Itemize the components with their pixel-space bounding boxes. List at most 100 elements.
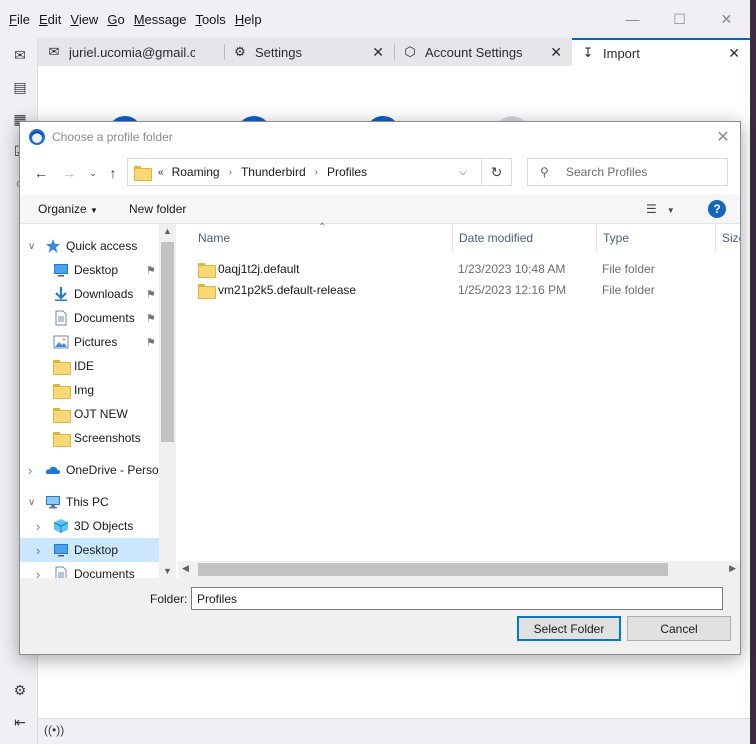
nav-item-desktop[interactable]: Desktop ⚑: [20, 258, 159, 282]
breadcrumb-item[interactable]: Roaming: [172, 165, 220, 179]
nav-item-this-pc[interactable]: ∨ This PC: [20, 490, 159, 514]
pin-icon: ⚑: [146, 288, 156, 301]
tab-import[interactable]: ↧ Import ✕: [572, 38, 750, 66]
scroll-right-arrow-icon[interactable]: ▶: [729, 563, 736, 574]
desktop-icon: [53, 262, 69, 278]
close-tab-icon[interactable]: ✕: [728, 45, 740, 62]
column-divider[interactable]: [715, 224, 716, 252]
column-header-size[interactable]: Size: [722, 224, 740, 252]
menu-go[interactable]: Go: [107, 12, 124, 27]
folder-icon: [198, 262, 216, 278]
expand-chevron-icon[interactable]: ›: [36, 567, 40, 579]
address-bar[interactable]: « Roaming › Thunderbird › Profiles: [127, 158, 482, 186]
close-tab-icon[interactable]: ✕: [372, 44, 384, 61]
file-row[interactable]: vm21p2k5.default-release 1/25/2023 12:16 …: [178, 279, 740, 300]
breadcrumb-separator-icon[interactable]: ›: [229, 167, 232, 178]
column-name-label: Name: [198, 231, 231, 245]
tab-label: Account Settings: [425, 44, 523, 60]
nav-item-ojt-new[interactable]: OJT NEW: [20, 402, 159, 426]
scrollbar-thumb[interactable]: [161, 242, 174, 442]
collapse-chevron-icon[interactable]: ∨: [28, 497, 35, 508]
expand-chevron-icon[interactable]: ›: [28, 463, 32, 478]
tab-juriel-ucomia-gmail-com[interactable]: ✉ juriel.ucomia@gmail.com: [38, 38, 224, 66]
settings-gear-icon[interactable]: ⚙: [11, 681, 29, 699]
nav-item-3d-objects[interactable]: › 3D Objects: [20, 514, 159, 538]
tab-separator: [224, 44, 225, 60]
refresh-icon[interactable]: ↻: [482, 158, 512, 186]
help-icon[interactable]: ?: [708, 200, 726, 218]
column-header-type[interactable]: Type: [603, 224, 715, 252]
file-row[interactable]: 0aqj1t2j.default 1/23/2023 10:48 AM File f…: [178, 258, 740, 279]
menu-file[interactable]: File: [9, 12, 30, 27]
breadcrumb-item[interactable]: Profiles: [327, 165, 367, 179]
folder-name-input[interactable]: [191, 587, 723, 610]
column-divider[interactable]: [596, 224, 597, 252]
scrollbar-thumb[interactable]: [198, 563, 668, 576]
up-arrow-icon[interactable]: ↑: [104, 164, 122, 182]
nav-item-img[interactable]: Img: [20, 378, 159, 402]
documents-icon: [53, 310, 69, 326]
column-size-label: Size: [722, 231, 740, 245]
back-arrow-icon[interactable]: ←: [32, 164, 50, 182]
nav-item-screenshots[interactable]: Screenshots: [20, 426, 159, 450]
mail-space-icon[interactable]: ✉: [11, 46, 29, 64]
breadcrumb-separator-icon[interactable]: ›: [315, 167, 318, 178]
import-icon: ↧: [582, 45, 594, 60]
nav-item-desktop[interactable]: › Desktop: [20, 538, 159, 562]
expand-chevron-icon[interactable]: ›: [36, 519, 40, 534]
address-book-icon[interactable]: ▤: [11, 78, 29, 96]
forward-arrow-icon[interactable]: →: [60, 164, 78, 182]
scroll-left-arrow-icon[interactable]: ◀: [182, 563, 189, 574]
column-header-date-modified[interactable]: Date modified: [459, 224, 595, 252]
maximize-button[interactable]: ☐: [656, 0, 703, 38]
menu-message[interactable]: Message: [134, 12, 187, 27]
expand-chevron-icon[interactable]: ›: [36, 543, 40, 558]
downloads-icon: [53, 286, 69, 302]
horizontal-scrollbar[interactable]: ◀ ▶: [178, 561, 740, 578]
column-header-name[interactable]: Name: [198, 224, 450, 252]
nav-item-downloads[interactable]: Downloads ⚑: [20, 282, 159, 306]
nav-item-documents[interactable]: › Documents: [20, 562, 159, 578]
command-bar: Organize ▼ New folder ☰ ▼ ?: [20, 194, 740, 224]
change-view-button[interactable]: ☰ ▼: [646, 202, 675, 216]
file-name: vm21p2k5.default-release: [218, 282, 357, 297]
close-window-button[interactable]: ✕: [703, 0, 750, 38]
recent-locations-chevron-icon[interactable]: ⌄: [84, 164, 102, 182]
nav-item-documents[interactable]: Documents ⚑: [20, 306, 159, 330]
organize-button[interactable]: Organize ▼: [38, 202, 98, 216]
search-box[interactable]: ⚲ Search Profiles: [527, 158, 728, 186]
collapse-spaces-icon[interactable]: ⇤: [11, 713, 29, 731]
minimize-button[interactable]: —: [609, 0, 656, 38]
scroll-up-arrow-icon[interactable]: ▲: [163, 226, 172, 236]
collapse-chevron-icon[interactable]: ∨: [28, 241, 35, 252]
cancel-button[interactable]: Cancel: [627, 616, 731, 641]
star-icon: [45, 238, 61, 254]
new-folder-button[interactable]: New folder: [129, 202, 186, 216]
file-date-modified: 1/23/2023 10:48 AM: [458, 261, 566, 276]
select-folder-button[interactable]: Select Folder: [517, 616, 621, 641]
breadcrumb-item[interactable]: Thunderbird: [241, 165, 306, 179]
tab-account-settings[interactable]: ⬡ Account Settings ✕: [394, 38, 572, 66]
nav-item-pictures[interactable]: Pictures ⚑: [20, 330, 159, 354]
tab-label: juriel.ucomia@gmail.com: [69, 44, 195, 60]
tab-separator: [394, 44, 395, 60]
nav-item-label: Desktop: [74, 263, 119, 277]
menu-help[interactable]: Help: [235, 12, 262, 27]
folder-icon: [198, 283, 216, 299]
address-dropdown-icon[interactable]: ⌵: [452, 158, 474, 186]
menu-tools[interactable]: Tools: [195, 12, 225, 27]
tab-settings[interactable]: ⚙ Settings ✕: [224, 38, 394, 66]
nav-item-quick-access[interactable]: ∨ Quick access: [20, 234, 159, 258]
close-tab-icon[interactable]: ✕: [550, 44, 562, 61]
organize-dropdown-icon: ▼: [90, 206, 98, 215]
menu-view[interactable]: View: [70, 12, 98, 27]
breadcrumb-overflow[interactable]: «: [158, 167, 164, 178]
scroll-down-arrow-icon[interactable]: ▼: [163, 566, 172, 576]
menu-edit[interactable]: Edit: [39, 12, 61, 27]
navigation-scrollbar[interactable]: ▲ ▼: [159, 224, 176, 578]
nav-item-ide[interactable]: IDE: [20, 354, 159, 378]
online-status-icon[interactable]: ((•)): [44, 723, 64, 737]
nav-item-onedrive-person[interactable]: › OneDrive - Person: [20, 458, 165, 482]
column-divider[interactable]: [452, 224, 453, 252]
dialog-close-button[interactable]: ✕: [714, 128, 732, 146]
